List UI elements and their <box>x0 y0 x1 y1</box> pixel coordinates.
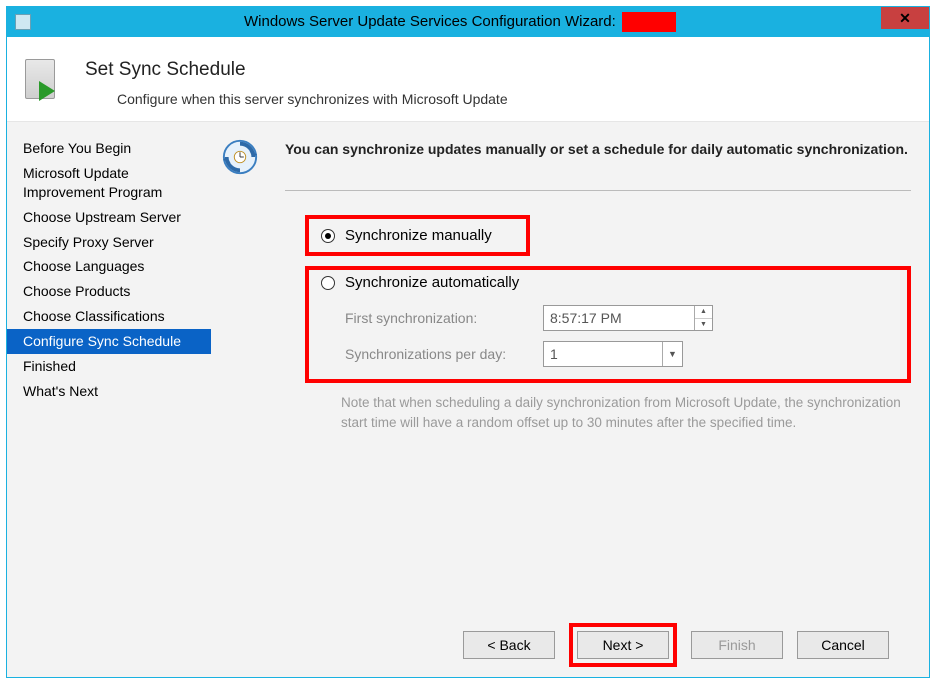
radio-icon <box>321 276 335 290</box>
chevron-down-icon: ▼ <box>662 342 682 366</box>
first-sync-label: First synchronization: <box>345 310 525 326</box>
header-icon <box>25 59 69 103</box>
step-sync-schedule[interactable]: Configure Sync Schedule <box>7 329 211 354</box>
page-title: Set Sync Schedule <box>85 59 508 81</box>
wizard-main-panel: You can synchronize updates manually or … <box>211 122 929 677</box>
window-title-text: Windows Server Update Services Configura… <box>244 13 616 30</box>
highlight-auto-block: Synchronize automatically First synchron… <box>305 266 911 383</box>
step-proxy-server[interactable]: Specify Proxy Server <box>7 230 211 255</box>
intro-text: You can synchronize updates manually or … <box>285 138 908 160</box>
step-finished[interactable]: Finished <box>7 354 211 379</box>
schedule-note: Note that when scheduling a daily synchr… <box>341 393 911 432</box>
step-products[interactable]: Choose Products <box>7 279 211 304</box>
finish-button: Finish <box>691 631 783 659</box>
step-upstream-server[interactable]: Choose Upstream Server <box>7 205 211 230</box>
radio-icon <box>321 229 335 243</box>
redacted-server-name <box>622 12 676 32</box>
divider <box>285 190 911 191</box>
step-improvement-program[interactable]: Microsoft Update Improvement Program <box>7 161 211 205</box>
close-button[interactable]: ✕ <box>881 7 929 29</box>
wizard-footer: < Back Next > Finish Cancel <box>221 613 911 677</box>
step-whats-next[interactable]: What's Next <box>7 379 211 404</box>
sync-options: Synchronize manually Synchronize automat… <box>311 215 911 383</box>
app-icon <box>15 14 31 30</box>
spin-up-icon[interactable]: ▲ <box>695 306 712 319</box>
wizard-header: Set Sync Schedule Configure when this se… <box>7 37 929 121</box>
first-sync-value: 8:57:17 PM <box>550 310 622 326</box>
radio-sync-automatically[interactable]: Synchronize automatically <box>315 270 899 295</box>
radio-auto-label: Synchronize automatically <box>345 274 519 291</box>
spin-down-icon[interactable]: ▼ <box>695 319 712 331</box>
titlebar: Windows Server Update Services Configura… <box>7 7 929 37</box>
wizard-steps-sidebar: Before You Begin Microsoft Update Improv… <box>7 122 211 677</box>
next-button[interactable]: Next > <box>577 631 669 659</box>
per-day-label: Synchronizations per day: <box>345 346 525 362</box>
step-before-you-begin[interactable]: Before You Begin <box>7 136 211 161</box>
wizard-body: Before You Begin Microsoft Update Improv… <box>7 121 929 677</box>
syncs-per-day-select[interactable]: 1 ▼ <box>543 341 683 367</box>
step-classifications[interactable]: Choose Classifications <box>7 304 211 329</box>
highlight-manual: Synchronize manually <box>305 215 530 256</box>
cancel-button[interactable]: Cancel <box>797 631 889 659</box>
page-subtitle: Configure when this server synchronizes … <box>117 91 508 107</box>
sync-icon <box>221 138 259 176</box>
first-sync-time-input[interactable]: 8:57:17 PM ▲ ▼ <box>543 305 713 331</box>
highlight-next: Next > <box>569 623 677 667</box>
time-spinner[interactable]: ▲ ▼ <box>694 306 712 330</box>
wizard-window: Windows Server Update Services Configura… <box>6 6 930 678</box>
back-button[interactable]: < Back <box>463 631 555 659</box>
radio-manual-label: Synchronize manually <box>345 227 492 244</box>
step-languages[interactable]: Choose Languages <box>7 254 211 279</box>
per-day-value: 1 <box>550 346 558 362</box>
radio-sync-manually[interactable]: Synchronize manually <box>315 223 498 248</box>
window-title: Windows Server Update Services Configura… <box>31 12 929 32</box>
